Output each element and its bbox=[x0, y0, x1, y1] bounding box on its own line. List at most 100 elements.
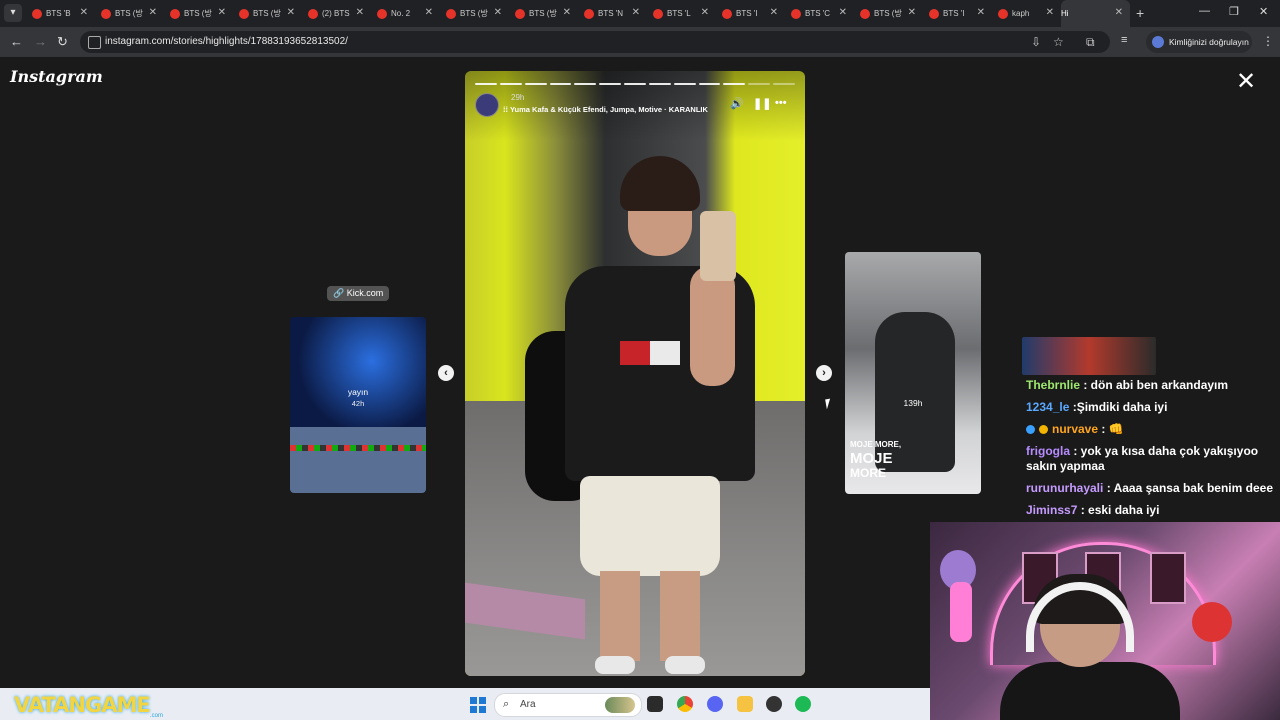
tab-close-icon[interactable]: ✕ bbox=[908, 7, 916, 18]
previous-story-preview[interactable]: yayın 42h bbox=[290, 317, 426, 493]
spotify-icon[interactable] bbox=[795, 696, 811, 712]
browser-tab[interactable]: BTS (방 ✕ bbox=[95, 0, 164, 27]
tab-close-icon[interactable]: ✕ bbox=[218, 7, 226, 18]
tab-title: BTS (방 bbox=[460, 9, 488, 18]
maximize-button[interactable]: ❐ bbox=[1229, 5, 1239, 18]
site-info-icon[interactable] bbox=[88, 36, 101, 49]
window-close-button[interactable]: ✕ bbox=[1259, 5, 1268, 18]
obs-icon[interactable] bbox=[766, 696, 782, 712]
browser-tab[interactable]: BTS 'N ✕ bbox=[578, 0, 647, 27]
discord-icon[interactable] bbox=[707, 696, 723, 712]
gem-badge-icon bbox=[1026, 425, 1035, 435]
story-progress-segment bbox=[549, 83, 572, 85]
browser-tab[interactable]: BTS (방 ✕ bbox=[440, 0, 509, 27]
next-story-time: 139h bbox=[903, 398, 923, 408]
tab-close-icon[interactable]: ✕ bbox=[494, 7, 502, 18]
tab-search-button[interactable]: ▾ bbox=[4, 4, 22, 22]
webcam-overlay bbox=[930, 522, 1280, 720]
browser-tab[interactable]: BTS 'I ✕ bbox=[716, 0, 785, 27]
profile-button[interactable]: Kimliğinizi doğrulayın bbox=[1146, 31, 1252, 53]
profile-label: Kimliğinizi doğrulayın bbox=[1169, 37, 1249, 47]
address-bar[interactable]: instagram.com/stories/highlights/1788319… bbox=[80, 31, 1110, 53]
tab-close-icon[interactable]: ✕ bbox=[1046, 7, 1054, 18]
install-app-icon[interactable]: ⇩ bbox=[1031, 35, 1041, 49]
chrome-icon[interactable] bbox=[677, 696, 693, 712]
tab-close-icon[interactable]: ✕ bbox=[425, 7, 433, 18]
tab-close-icon[interactable]: ✕ bbox=[977, 7, 985, 18]
browser-tab[interactable]: BTS 'C ✕ bbox=[785, 0, 854, 27]
browser-tab[interactable]: BTS (방 ✕ bbox=[509, 0, 578, 27]
more-options-icon[interactable]: ••• bbox=[775, 97, 787, 109]
next-story-arrow[interactable]: › bbox=[816, 365, 832, 381]
youtube-icon bbox=[446, 8, 456, 19]
tab-title: kaph bbox=[1012, 9, 1030, 18]
youtube-icon bbox=[860, 8, 870, 19]
story-progress-bar bbox=[475, 83, 795, 85]
instagram-logo[interactable]: Instagram bbox=[10, 67, 103, 86]
extensions-icon[interactable]: ⧉ bbox=[1086, 35, 1095, 50]
next-story-preview[interactable]: 139h MOJE MORE, MOJE MORE bbox=[845, 252, 981, 494]
tab-close-icon[interactable]: ✕ bbox=[632, 7, 640, 18]
task-view-icon[interactable] bbox=[647, 696, 663, 712]
windows-start-icon[interactable] bbox=[470, 697, 486, 713]
pause-icon[interactable]: ❚❚ bbox=[753, 97, 771, 110]
reload-button[interactable]: ↻ bbox=[57, 34, 68, 50]
minimize-button[interactable]: — bbox=[1199, 5, 1210, 17]
person-shorts bbox=[580, 476, 720, 576]
shirt-logo bbox=[620, 341, 680, 365]
tab-close-icon[interactable]: ✕ bbox=[563, 7, 571, 18]
story-progress-segment bbox=[773, 83, 795, 85]
chat-text: : eski daha iyi bbox=[1077, 503, 1160, 517]
chat-overlay-thumbnail bbox=[1022, 337, 1156, 375]
file-explorer-icon[interactable] bbox=[737, 696, 753, 712]
tab-close-icon[interactable]: ✕ bbox=[149, 7, 157, 18]
browser-tab[interactable]: (2) BTS ✕ bbox=[302, 0, 371, 27]
forward-button[interactable]: → bbox=[34, 34, 47, 49]
browser-tab[interactable]: kaph ✕ bbox=[992, 0, 1061, 27]
url-text[interactable]: instagram.com/stories/highlights/1788319… bbox=[105, 36, 348, 47]
story-music[interactable]: ⁞⁞ Yuma Kafa & Küçük Efendi, Jumpa, Moti… bbox=[503, 105, 708, 114]
browser-menu-icon[interactable]: ⋮ bbox=[1262, 34, 1274, 48]
current-story[interactable]: 29h ⁞⁞ Yuma Kafa & Küçük Efendi, Jumpa, … bbox=[465, 71, 805, 676]
youtube-icon bbox=[584, 8, 594, 19]
chat-username: Thebrnlie bbox=[1026, 378, 1081, 392]
bookmark-star-icon[interactable]: ☆ bbox=[1053, 35, 1064, 49]
previous-story-arrow[interactable]: ‹ bbox=[438, 365, 454, 381]
person-shoe-right bbox=[665, 656, 705, 674]
close-stories-icon[interactable]: ✕ bbox=[1236, 70, 1256, 94]
mute-icon[interactable]: 🔊 bbox=[730, 97, 744, 110]
back-button[interactable]: ← bbox=[10, 34, 23, 49]
browser-tab[interactable]: BTS 'B ✕ bbox=[26, 0, 95, 27]
kick-link-sticker: 🔗 Kick.com bbox=[327, 286, 390, 301]
tab-close-icon[interactable]: ✕ bbox=[356, 7, 364, 18]
tab-close-icon[interactable]: ✕ bbox=[80, 7, 88, 18]
new-tab-button[interactable]: + bbox=[1136, 5, 1144, 21]
story-avatar[interactable] bbox=[475, 93, 499, 117]
search-placeholder: Ara bbox=[520, 699, 536, 710]
youtube-icon bbox=[308, 8, 318, 19]
story-progress-segment bbox=[475, 83, 497, 85]
preview-image-lower bbox=[290, 427, 426, 493]
person-arm bbox=[690, 266, 735, 386]
tab-strip: ▾ BTS 'B ✕ BTS (방 ✕ BTS (방 ✕ BTS (방 ✕ (2) BTS ✕ No… bbox=[0, 0, 1280, 67]
browser-tab[interactable]: BTS 'L ✕ bbox=[647, 0, 716, 27]
tab-close-icon[interactable]: ✕ bbox=[701, 7, 709, 18]
chat-username: 1234_le bbox=[1026, 400, 1070, 414]
tab-close-icon[interactable]: ✕ bbox=[839, 7, 847, 18]
story-music-label: Yuma Kafa & Küçük Efendi, Jumpa, Motive … bbox=[509, 105, 708, 114]
story-progress-segment bbox=[748, 83, 771, 85]
browser-tab[interactable]: BTS (방 ✕ bbox=[854, 0, 923, 27]
browser-tab[interactable]: No. 2 ✕ bbox=[371, 0, 440, 27]
tab-close-icon[interactable]: ✕ bbox=[1115, 7, 1123, 18]
media-controls-icon[interactable]: ≡ bbox=[1121, 34, 1127, 46]
browser-tab[interactable]: BTS (방 ✕ bbox=[233, 0, 302, 27]
tab-close-icon[interactable]: ✕ bbox=[287, 7, 295, 18]
browser-tab[interactable]: BTS 'I ✕ bbox=[923, 0, 992, 27]
stream-chat: Thebrnlie : dön abi ben arkandayım 1234_l… bbox=[1022, 374, 1280, 521]
taskbar-search[interactable]: ⌕ Ara bbox=[494, 693, 642, 717]
tab-close-icon[interactable]: ✕ bbox=[770, 7, 778, 18]
browser-tab[interactable]: BTS (방 ✕ bbox=[164, 0, 233, 27]
tab-title: BTS 'C bbox=[805, 9, 831, 18]
wall-poster bbox=[1150, 552, 1186, 604]
browser-tab[interactable]: Hi ✕ bbox=[1061, 0, 1130, 67]
